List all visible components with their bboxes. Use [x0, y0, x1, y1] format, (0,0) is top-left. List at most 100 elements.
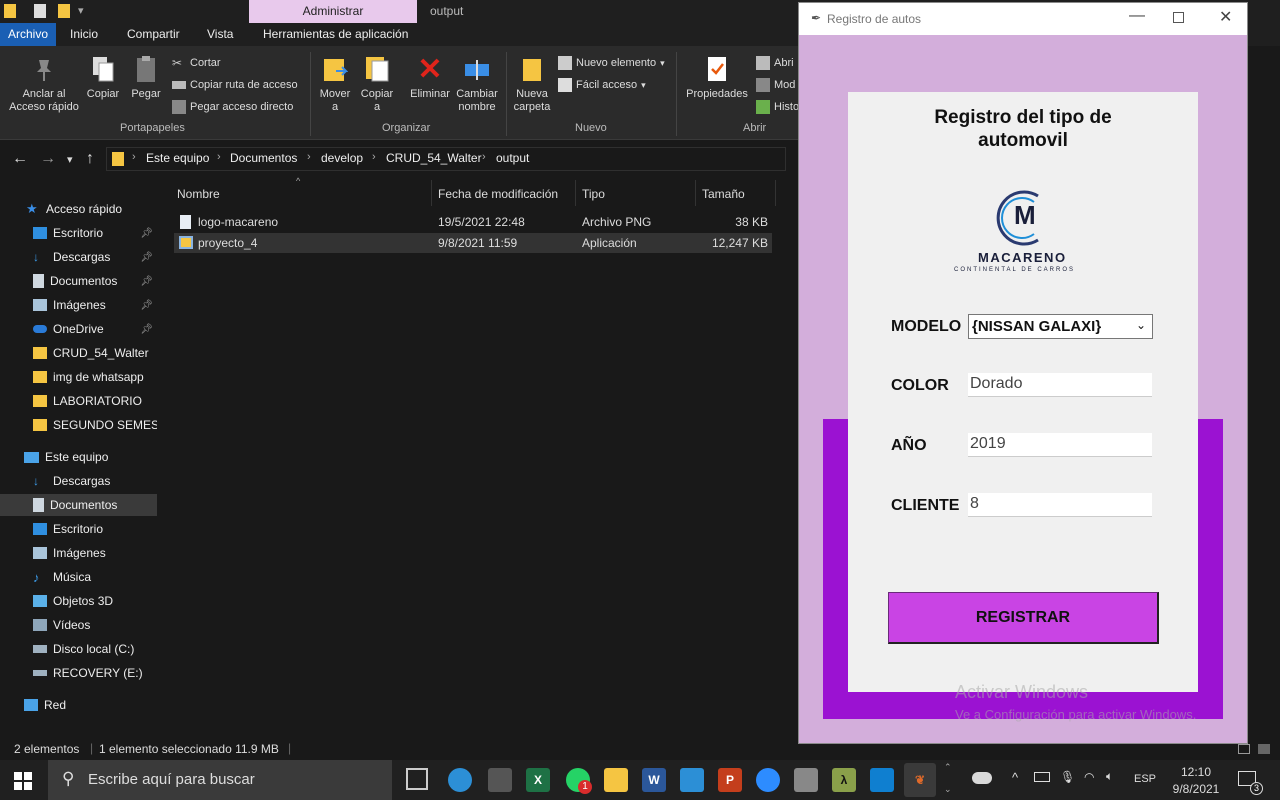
forward-arrow-icon[interactable]: → [40, 150, 56, 168]
easy-access-button[interactable]: Fácil acceso ▾ [558, 77, 646, 93]
column-header-size[interactable]: Tamaño [702, 187, 745, 201]
mail-icon[interactable] [680, 768, 704, 792]
zoom-icon[interactable] [756, 768, 780, 792]
pin-icon[interactable]: 📌︎ [140, 228, 153, 239]
sidebar-item-pc-documents[interactable]: Documentos [0, 494, 157, 516]
column-header-name[interactable]: Nombre [177, 187, 220, 201]
anio-field[interactable]: 2019 [968, 433, 1152, 457]
sidebar-item-this-pc[interactable]: Este equipo [0, 446, 157, 468]
paste-shortcut-button[interactable]: Pegar acceso directo [172, 99, 293, 115]
tab-app-tools[interactable]: Herramientas de aplicación [255, 23, 416, 46]
copy-path-button[interactable]: Copiar ruta de acceso [172, 77, 298, 93]
pin-quick-access-button[interactable]: Anclar al Acceso rápido [6, 54, 82, 114]
table-row[interactable]: proyecto_4 9/8/2021 11:59 Aplicación 12,… [174, 233, 772, 253]
sidebar-item-local-disk[interactable]: Disco local (C:) [0, 638, 157, 660]
delete-button[interactable]: ✕ Eliminar [406, 54, 454, 101]
new-folder-button[interactable]: Nueva carpeta [510, 54, 554, 114]
paste-button[interactable]: Pegar [128, 54, 164, 101]
file-explorer-icon[interactable] [604, 768, 628, 792]
properties-button[interactable]: Propiedades [682, 54, 752, 101]
sidebar-item-second-semester-folder[interactable]: SEGUNDO SEMESTR [0, 414, 157, 436]
sidebar-item-pc-pictures[interactable]: Imágenes [0, 542, 157, 564]
app-titlebar[interactable]: ✒ Registro de autos — ✕ [799, 3, 1247, 35]
history-button[interactable]: Histo [756, 99, 799, 115]
python-app-icon[interactable]: ❦ [904, 763, 936, 797]
pin-icon[interactable]: 📌︎ [140, 276, 153, 287]
copy-button[interactable]: Copiar [84, 54, 122, 101]
sidebar-item-pictures[interactable]: Imágenes 📌︎ [0, 294, 157, 316]
speaker-icon[interactable]: 🔈︎ [1106, 769, 1113, 784]
chevron-up-icon[interactable]: ⌃ [944, 762, 952, 773]
pin-icon[interactable]: 📌︎ [140, 252, 153, 263]
color-field[interactable]: Dorado [968, 373, 1152, 397]
close-icon[interactable]: ✕ [1219, 7, 1232, 27]
large-icons-view-icon[interactable] [1258, 744, 1270, 754]
windows-start-icon[interactable] [14, 772, 32, 790]
sidebar-item-pc-desktop[interactable]: Escritorio [0, 518, 157, 540]
breadcrumb-chevron-icon[interactable]: › [482, 151, 486, 163]
table-row[interactable]: logo-macareno 19/5/2021 22:48 Archivo PN… [174, 212, 772, 232]
sidebar-item-documents[interactable]: Documentos 📌︎ [0, 270, 157, 292]
new-folder-icon[interactable] [58, 4, 70, 18]
sidebar-item-desktop[interactable]: Escritorio 📌︎ [0, 222, 157, 244]
new-item-button[interactable]: Nuevo elemento ▾ [558, 55, 665, 71]
sidebar-item-lab-folder[interactable]: LABORIATORIO [0, 390, 157, 412]
registrar-button[interactable]: REGISTRAR [888, 592, 1159, 644]
context-tab-manage[interactable]: Administrar [249, 0, 417, 23]
breadcrumb-chevron-icon[interactable]: › [132, 151, 136, 163]
tab-share[interactable]: Compartir [119, 23, 188, 46]
move-to-button[interactable]: Mover a [316, 54, 354, 114]
breadcrumb-chevron-icon[interactable]: › [307, 151, 311, 163]
sidebar-item-crud-folder[interactable]: CRUD_54_Walter [0, 342, 157, 364]
vscode-icon[interactable] [870, 768, 894, 792]
breadcrumb-output[interactable]: output [496, 151, 529, 165]
breadcrumb-chevron-icon[interactable]: › [217, 151, 221, 163]
sidebar-item-pc-downloads[interactable]: ↓ Descargas [0, 470, 157, 492]
tab-view[interactable]: Vista [199, 23, 241, 46]
rename-button[interactable]: Cambiar nombre [454, 54, 500, 114]
up-arrow-icon[interactable]: ↑ [86, 150, 94, 168]
powerpoint-icon[interactable]: P [718, 768, 742, 792]
chevron-down-icon[interactable]: ⌄ [1136, 318, 1146, 332]
sidebar-item-onedrive[interactable]: OneDrive 📌︎ [0, 318, 157, 340]
modify-button[interactable]: Mod [756, 77, 795, 93]
sidebar-item-recovery[interactable]: RECOVERY (E:) [0, 662, 157, 684]
sidebar-item-videos[interactable]: Vídeos [0, 614, 157, 636]
pdf-icon[interactable] [794, 768, 818, 792]
wifi-icon[interactable]: ◠ [1084, 770, 1094, 784]
task-view-icon[interactable] [406, 768, 428, 790]
excel-icon[interactable]: X [526, 768, 550, 792]
sidebar-item-downloads[interactable]: ↓ Descargas 📌︎ [0, 246, 157, 268]
pin-icon[interactable]: 📌︎ [140, 300, 153, 311]
breadcrumb-chevron-icon[interactable]: › [372, 151, 376, 163]
recent-dropdown-icon[interactable]: ▾ [67, 153, 73, 166]
battery-icon[interactable] [1034, 772, 1050, 782]
qat-dropdown-icon[interactable]: ▾ [78, 4, 84, 17]
breadcrumb-documents[interactable]: Documentos [230, 151, 297, 165]
properties-icon[interactable] [34, 4, 46, 18]
breadcrumb-crud[interactable]: CRUD_54_Walter [386, 151, 482, 165]
column-header-type[interactable]: Tipo [582, 187, 605, 201]
cut-button[interactable]: ✂ Cortar [172, 55, 221, 71]
word-icon[interactable]: W [642, 768, 666, 792]
details-view-icon[interactable] [1238, 744, 1250, 754]
breadcrumb-this-pc[interactable]: Este equipo [146, 151, 209, 165]
sidebar-item-network[interactable]: Red [0, 694, 157, 716]
lambda-app-icon[interactable]: λ [832, 768, 856, 792]
column-divider[interactable] [775, 180, 776, 206]
edge-icon[interactable] [448, 768, 472, 792]
column-divider[interactable] [431, 180, 432, 206]
column-header-date[interactable]: Fecha de modificación [438, 187, 558, 201]
language-indicator[interactable]: ESP [1134, 773, 1156, 785]
taskbar-search[interactable]: ⚲ Escribe aquí para buscar [48, 760, 392, 800]
pin-icon[interactable]: 📌︎ [140, 324, 153, 335]
sidebar-item-quick-access[interactable]: ★ Acceso rápido [0, 198, 157, 220]
column-divider[interactable] [575, 180, 576, 206]
modelo-select[interactable]: {NISSAN GALAXI} ⌄ [968, 314, 1153, 339]
open-button[interactable]: Abri [756, 55, 794, 71]
cliente-field[interactable]: 8 [968, 493, 1152, 517]
maximize-icon[interactable] [1173, 12, 1184, 23]
tray-overflow-icon[interactable]: ^ [1012, 770, 1018, 785]
chevron-down-icon[interactable]: ⌄ [944, 784, 952, 795]
sidebar-item-3d-objects[interactable]: Objetos 3D [0, 590, 157, 612]
